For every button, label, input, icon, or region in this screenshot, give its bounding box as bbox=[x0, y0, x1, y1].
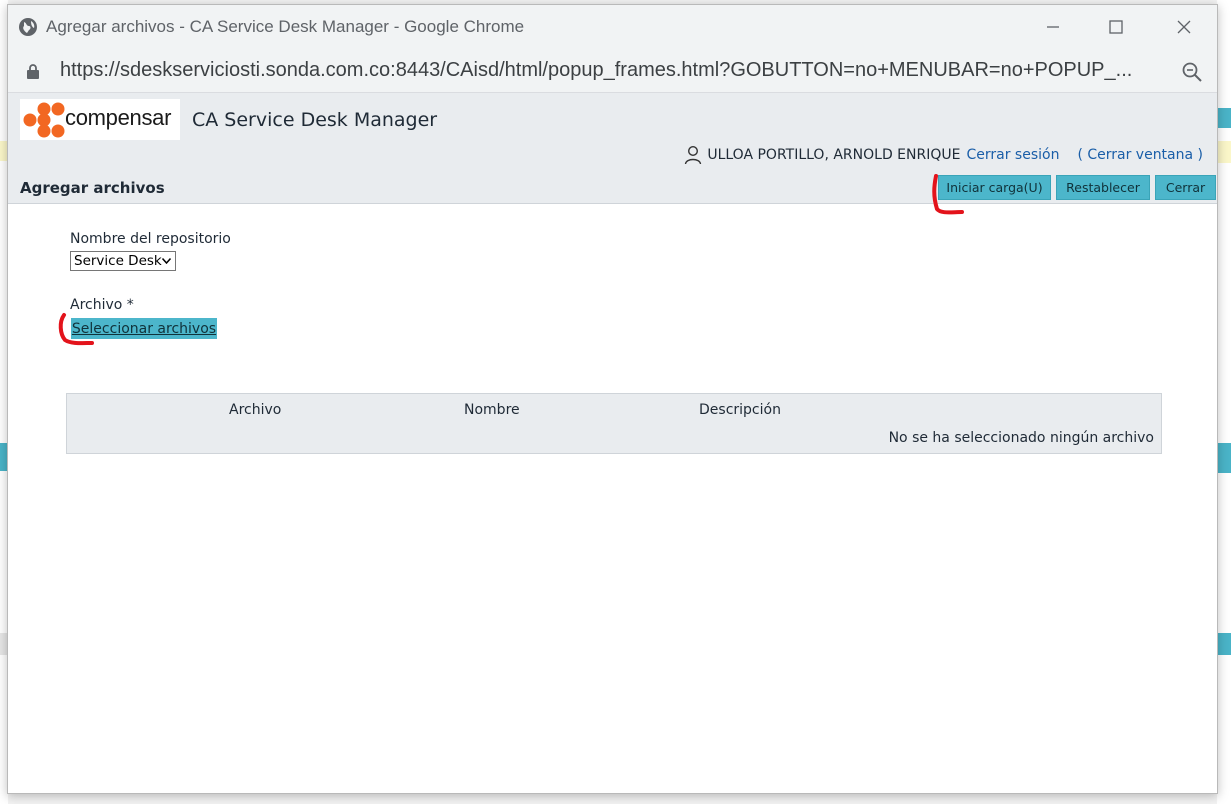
repository-select[interactable]: Service Desk bbox=[70, 251, 176, 271]
app-header: compensar CA Service Desk Manager ULLOA … bbox=[8, 93, 1217, 204]
close-window-button[interactable] bbox=[1164, 11, 1204, 43]
column-header-nombre: Nombre bbox=[464, 402, 520, 418]
title-bar: Agregar archivos - CA Service Desk Manag… bbox=[8, 5, 1217, 49]
minimize-icon bbox=[1047, 26, 1059, 28]
background-strip bbox=[1217, 633, 1231, 655]
toolbar: Agregar archivos Iniciar carga(U) Restab… bbox=[8, 175, 1217, 204]
file-table: Archivo Nombre Descripción No se ha sele… bbox=[66, 393, 1162, 454]
globe-icon bbox=[19, 18, 37, 36]
window-title: Agregar archivos - CA Service Desk Manag… bbox=[46, 17, 525, 36]
repository-select-value: Service Desk bbox=[74, 253, 162, 269]
compensar-logo: compensar bbox=[20, 99, 180, 140]
logo-dots-icon bbox=[23, 102, 65, 138]
chevron-down-icon bbox=[162, 258, 171, 264]
user-name: ULLOA PORTILLO, ARNOLD ENRIQUE bbox=[707, 147, 961, 163]
select-files-button[interactable]: Seleccionar archivos bbox=[71, 318, 217, 339]
minimize-button[interactable] bbox=[1033, 11, 1073, 43]
logo-wordmark: compensar bbox=[65, 105, 172, 130]
zoom-icon[interactable] bbox=[1181, 61, 1203, 83]
page-title: Agregar archivos bbox=[20, 179, 165, 197]
address-bar: https://sdeskserviciosti.sonda.com.co:84… bbox=[8, 49, 1217, 93]
file-label: Archivo * bbox=[70, 297, 134, 313]
repository-label: Nombre del repositorio bbox=[70, 231, 231, 247]
start-upload-button[interactable]: Iniciar carga(U) bbox=[938, 175, 1051, 200]
maximize-button[interactable] bbox=[1096, 11, 1136, 43]
app-frame: compensar CA Service Desk Manager ULLOA … bbox=[8, 93, 1217, 793]
background-strip bbox=[1217, 141, 1231, 163]
close-window-link[interactable]: ( Cerrar ventana ) bbox=[1077, 147, 1203, 163]
column-header-archivo: Archivo bbox=[229, 402, 282, 418]
main-content: Nombre del repositorio Service Desk Arch… bbox=[8, 204, 1217, 793]
lock-icon bbox=[27, 64, 39, 79]
close-button[interactable]: Cerrar bbox=[1155, 175, 1216, 200]
reset-button[interactable]: Restablecer bbox=[1056, 175, 1150, 200]
user-icon bbox=[685, 145, 702, 165]
user-bar: ULLOA PORTILLO, ARNOLD ENRIQUE Cerrar se… bbox=[683, 145, 1203, 165]
close-icon bbox=[1177, 20, 1191, 34]
background-strip bbox=[1217, 443, 1231, 473]
product-title: CA Service Desk Manager bbox=[192, 109, 438, 131]
maximize-icon bbox=[1109, 20, 1123, 34]
column-header-descripcion: Descripción bbox=[699, 402, 781, 418]
logout-link[interactable]: Cerrar sesión bbox=[966, 147, 1059, 163]
empty-message: No se ha seleccionado ningún archivo bbox=[888, 430, 1154, 446]
background-strip bbox=[1217, 108, 1231, 128]
popup-window: Agregar archivos - CA Service Desk Manag… bbox=[7, 4, 1218, 794]
url-text[interactable]: https://sdeskserviciosti.sonda.com.co:84… bbox=[60, 59, 1170, 82]
